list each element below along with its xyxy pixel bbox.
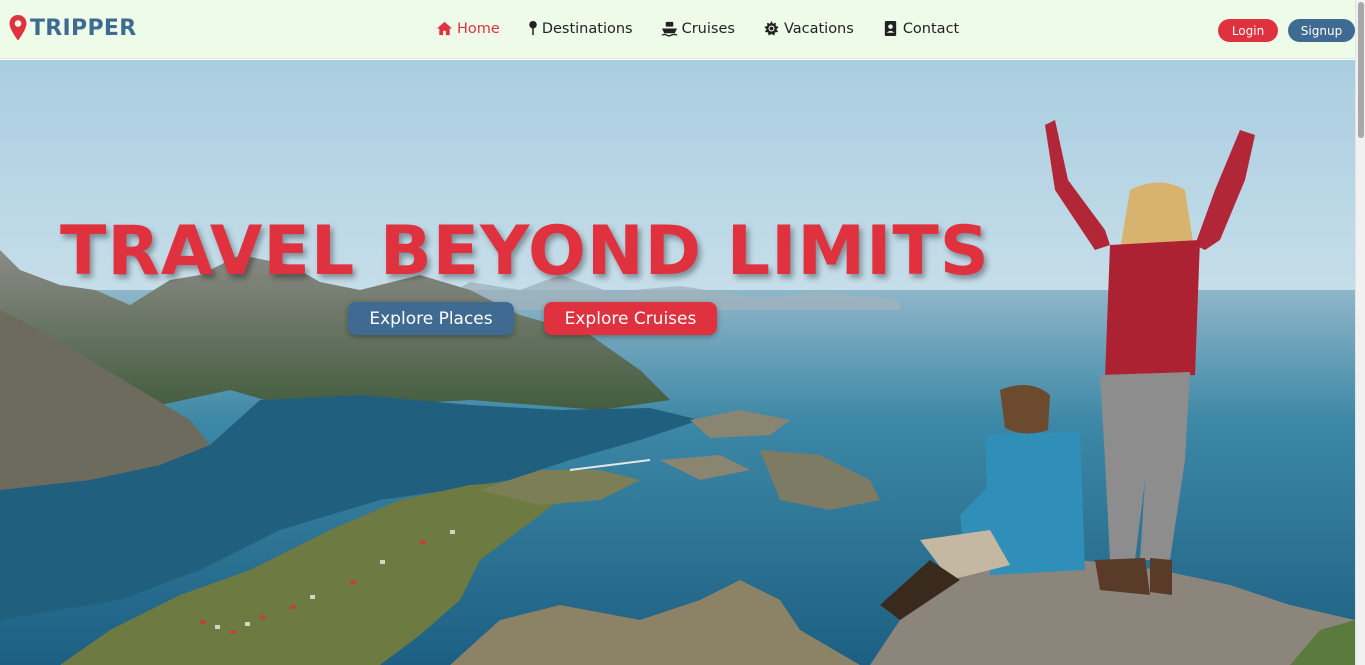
- nav-item-label: Vacations: [783, 20, 854, 37]
- contact-book-icon: [884, 20, 896, 37]
- brand-logo[interactable]: TRIPPER: [8, 14, 136, 42]
- nav-item-destinations[interactable]: Destinations: [528, 20, 633, 37]
- nav-item-label: Home: [457, 20, 500, 37]
- map-pin-icon: [529, 20, 537, 36]
- login-button[interactable]: Login: [1218, 19, 1278, 42]
- top-navbar: TRIPPER Home Destinations Cruises Vacati…: [0, 0, 1355, 59]
- brand-name: TRIPPER: [30, 15, 137, 41]
- explore-places-button[interactable]: Explore Places: [348, 302, 514, 335]
- hero-background-image: [0, 60, 1355, 665]
- home-icon: [436, 21, 453, 36]
- signup-button[interactable]: Signup: [1288, 19, 1355, 42]
- main-nav: Home Destinations Cruises Vacations Cont…: [436, 20, 987, 37]
- map-pin-icon: [9, 15, 27, 41]
- nav-item-cruises[interactable]: Cruises: [661, 20, 735, 37]
- scrollbar-thumb[interactable]: [1358, 2, 1364, 138]
- nav-item-contact[interactable]: Contact: [882, 20, 959, 37]
- nav-item-label: Destinations: [541, 20, 633, 37]
- nav-item-vacations[interactable]: Vacations: [763, 20, 854, 37]
- nav-item-home[interactable]: Home: [436, 20, 500, 37]
- hero-section: TRAVEL BEYOND LIMITS Explore Places Expl…: [0, 60, 1355, 665]
- hero-title: TRAVEL BEYOND LIMITS: [60, 212, 990, 291]
- nav-item-label: Contact: [902, 20, 960, 37]
- nav-item-label: Cruises: [681, 20, 735, 37]
- page-scrollbar[interactable]: [1355, 0, 1365, 665]
- sun-icon: [764, 20, 779, 36]
- ship-icon: [661, 21, 677, 37]
- explore-cruises-button[interactable]: Explore Cruises: [544, 302, 717, 335]
